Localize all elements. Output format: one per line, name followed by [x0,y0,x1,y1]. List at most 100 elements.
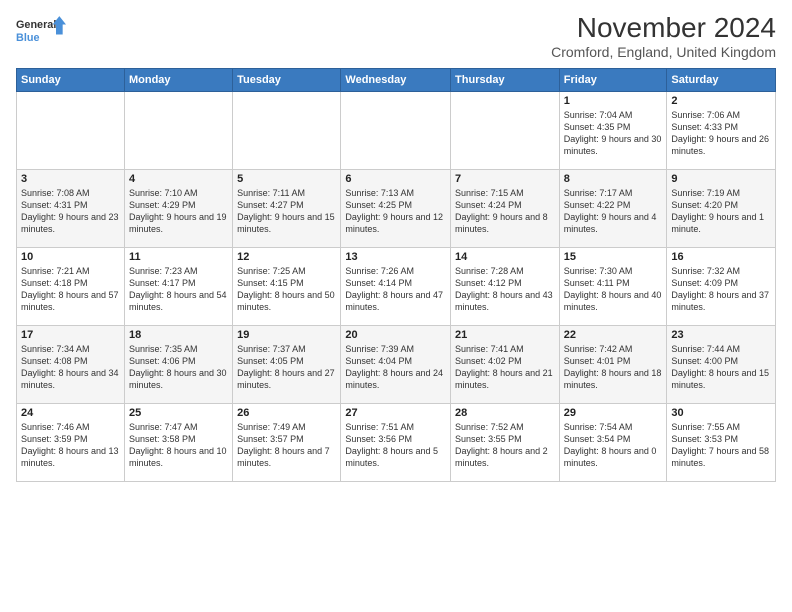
day-of-week-header: Sunday [17,69,125,92]
day-info: Sunrise: 7:10 AM Sunset: 4:29 PM Dayligh… [129,187,228,236]
calendar-cell: 21Sunrise: 7:41 AM Sunset: 4:02 PM Dayli… [451,326,560,404]
calendar-cell [451,92,560,170]
calendar-cell: 6 Sunrise: 7:13 AM Sunset: 4:25 PM Daylig… [341,170,451,248]
calendar-cell: 28 Sunrise: 7:52 AM Sunset: 3:55 PM Dayli… [451,404,560,482]
calendar-table: SundayMondayTuesdayWednesdayThursdayFrid… [16,68,776,482]
calendar-cell: 15 Sunrise: 7:30 AM Sunset: 4:11 PM Dayli… [559,248,667,326]
day-number: 17 [21,329,120,341]
calendar-cell: 11 Sunrise: 7:23 AM Sunset: 4:17 PM Dayli… [124,248,232,326]
day-info: Sunrise: 7:37 AM Sunset: 4:05 PM Dayligh… [237,343,336,392]
day-number: 12 [237,251,336,263]
day-number: 5 [237,173,336,185]
day-info: Sunrise: 7:17 AM Sunset: 4:22 PM Dayligh… [564,187,663,236]
day-info: Sunrise: 7:11 AM Sunset: 4:27 PM Dayligh… [237,187,336,236]
calendar-cell: 20 Sunrise: 7:39 AM Sunset: 4:04 PM Dayli… [341,326,451,404]
day-info: Sunrise: 7:42 AM Sunset: 4:01 PM Dayligh… [564,343,663,392]
day-number: 22 [564,329,663,341]
calendar-cell: 19 Sunrise: 7:37 AM Sunset: 4:05 PM Dayli… [233,326,341,404]
day-number: 16 [671,251,771,263]
day-number: 2 [671,95,771,107]
day-info: Sunrise: 7:08 AM Sunset: 4:31 PM Dayligh… [21,187,120,236]
day-info: Sunrise: 7:30 AM Sunset: 4:11 PM Dayligh… [564,265,663,314]
day-number: 25 [129,407,228,419]
day-number: 4 [129,173,228,185]
day-of-week-header: Monday [124,69,232,92]
calendar-cell: 17 Sunrise: 7:34 AM Sunset: 4:08 PM Dayli… [17,326,125,404]
calendar-cell: 2 Sunrise: 7:06 AM Sunset: 4:33 PM Daylig… [667,92,776,170]
day-number: 1 [564,95,663,107]
day-info: Sunrise: 7:19 AM Sunset: 4:20 PM Dayligh… [671,187,771,236]
calendar-cell: 13 Sunrise: 7:26 AM Sunset: 4:14 PM Dayli… [341,248,451,326]
calendar-cell: 12 Sunrise: 7:25 AM Sunset: 4:15 PM Dayli… [233,248,341,326]
day-info: Sunrise: 7:21 AM Sunset: 4:18 PM Dayligh… [21,265,120,314]
day-number: 28 [455,407,555,419]
day-info: Sunrise: 7:34 AM Sunset: 4:08 PM Dayligh… [21,343,120,392]
day-number: 9 [671,173,771,185]
day-info: Sunrise: 7:55 AM Sunset: 3:53 PM Dayligh… [671,421,771,470]
day-number: 27 [345,407,446,419]
page-title: November 2024 [551,12,776,44]
calendar-cell [17,92,125,170]
day-info: Sunrise: 7:39 AM Sunset: 4:04 PM Dayligh… [345,343,446,392]
day-number: 20 [345,329,446,341]
day-number: 26 [237,407,336,419]
calendar-cell: 8 Sunrise: 7:17 AM Sunset: 4:22 PM Daylig… [559,170,667,248]
day-number: 3 [21,173,120,185]
day-info: Sunrise: 7:44 AM Sunset: 4:00 PM Dayligh… [671,343,771,392]
day-of-week-header: Thursday [451,69,560,92]
calendar-cell: 27Sunrise: 7:51 AM Sunset: 3:56 PM Dayli… [341,404,451,482]
calendar-cell: 5 Sunrise: 7:11 AM Sunset: 4:27 PM Daylig… [233,170,341,248]
day-info: Sunrise: 7:32 AM Sunset: 4:09 PM Dayligh… [671,265,771,314]
calendar-cell: 7Sunrise: 7:15 AM Sunset: 4:24 PM Daylig… [451,170,560,248]
day-number: 8 [564,173,663,185]
page-subtitle: Cromford, England, United Kingdom [551,44,776,60]
svg-text:General: General [16,19,56,31]
calendar-cell: 26 Sunrise: 7:49 AM Sunset: 3:57 PM Dayli… [233,404,341,482]
calendar-cell: 25 Sunrise: 7:47 AM Sunset: 3:58 PM Dayli… [124,404,232,482]
calendar-cell: 3 Sunrise: 7:08 AM Sunset: 4:31 PM Daylig… [17,170,125,248]
day-info: Sunrise: 7:47 AM Sunset: 3:58 PM Dayligh… [129,421,228,470]
day-number: 11 [129,251,228,263]
day-number: 10 [21,251,120,263]
day-number: 14 [455,251,555,263]
day-info: Sunrise: 7:04 AM Sunset: 4:35 PM Dayligh… [564,109,663,158]
day-number: 6 [345,173,446,185]
day-number: 23 [671,329,771,341]
day-info: Sunrise: 7:41 AM Sunset: 4:02 PM Dayligh… [455,343,555,392]
calendar-cell: 9 Sunrise: 7:19 AM Sunset: 4:20 PM Daylig… [667,170,776,248]
day-of-week-header: Wednesday [341,69,451,92]
day-info: Sunrise: 7:06 AM Sunset: 4:33 PM Dayligh… [671,109,771,158]
logo-icon: General Blue [16,12,66,52]
day-number: 19 [237,329,336,341]
day-number: 30 [671,407,771,419]
day-info: Sunrise: 7:49 AM Sunset: 3:57 PM Dayligh… [237,421,336,470]
calendar-cell: 4 Sunrise: 7:10 AM Sunset: 4:29 PM Daylig… [124,170,232,248]
calendar-cell: 29Sunrise: 7:54 AM Sunset: 3:54 PM Dayli… [559,404,667,482]
calendar-cell: 18Sunrise: 7:35 AM Sunset: 4:06 PM Dayli… [124,326,232,404]
day-number: 13 [345,251,446,263]
calendar-cell [341,92,451,170]
day-info: Sunrise: 7:26 AM Sunset: 4:14 PM Dayligh… [345,265,446,314]
calendar-cell [124,92,232,170]
day-of-week-header: Friday [559,69,667,92]
calendar-cell: 14 Sunrise: 7:28 AM Sunset: 4:12 PM Dayli… [451,248,560,326]
day-info: Sunrise: 7:46 AM Sunset: 3:59 PM Dayligh… [21,421,120,470]
day-of-week-header: Saturday [667,69,776,92]
calendar-cell: 24 Sunrise: 7:46 AM Sunset: 3:59 PM Dayli… [17,404,125,482]
day-info: Sunrise: 7:52 AM Sunset: 3:55 PM Dayligh… [455,421,555,470]
day-info: Sunrise: 7:25 AM Sunset: 4:15 PM Dayligh… [237,265,336,314]
calendar-cell: 1 Sunrise: 7:04 AM Sunset: 4:35 PM Daylig… [559,92,667,170]
day-info: Sunrise: 7:28 AM Sunset: 4:12 PM Dayligh… [455,265,555,314]
calendar-cell: 16 Sunrise: 7:32 AM Sunset: 4:09 PM Dayli… [667,248,776,326]
day-number: 24 [21,407,120,419]
day-number: 29 [564,407,663,419]
calendar-cell: 30 Sunrise: 7:55 AM Sunset: 3:53 PM Dayli… [667,404,776,482]
logo: General Blue [16,12,66,52]
svg-text:Blue: Blue [16,32,39,44]
day-info: Sunrise: 7:23 AM Sunset: 4:17 PM Dayligh… [129,265,228,314]
day-info: Sunrise: 7:13 AM Sunset: 4:25 PM Dayligh… [345,187,446,236]
day-number: 7 [455,173,555,185]
day-number: 15 [564,251,663,263]
title-block: November 2024 Cromford, England, United … [551,12,776,60]
calendar-cell: 23 Sunrise: 7:44 AM Sunset: 4:00 PM Dayli… [667,326,776,404]
